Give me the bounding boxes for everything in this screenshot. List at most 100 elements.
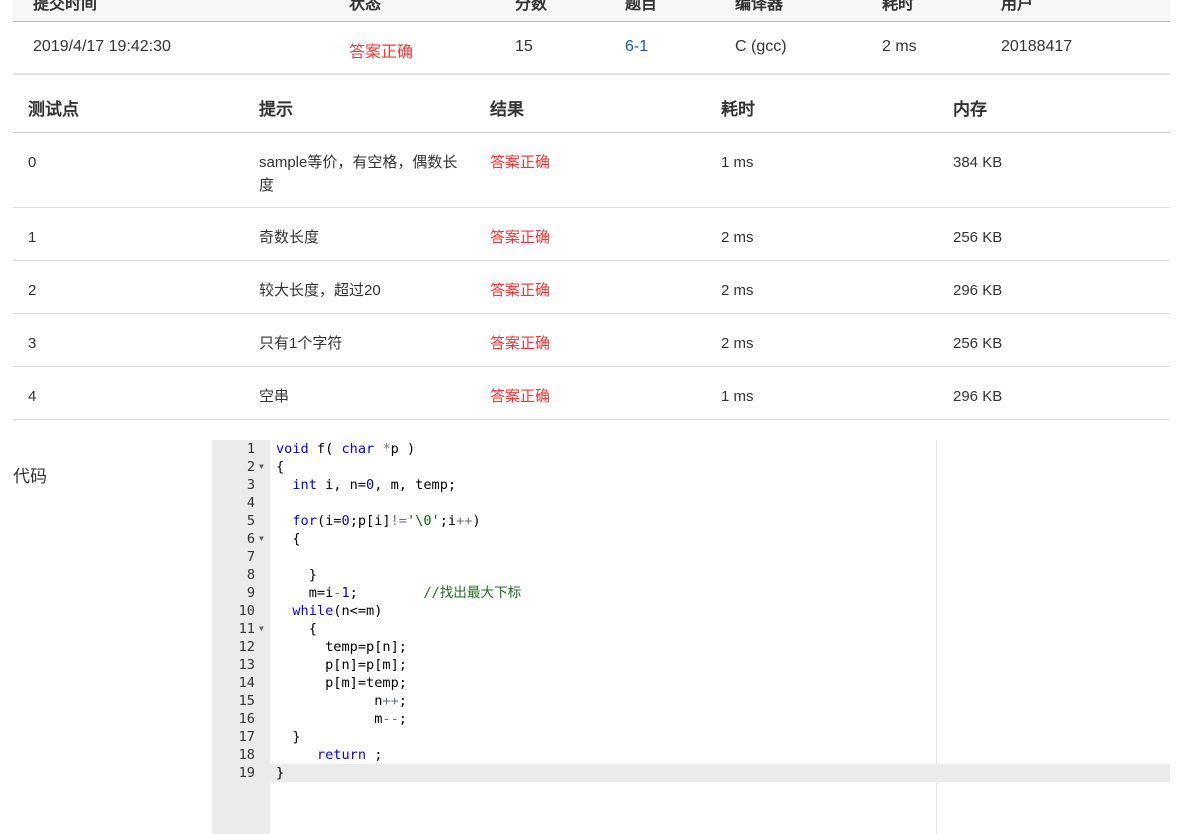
test-memory: 256 KB [953, 335, 1003, 352]
test-memory: 296 KB [953, 388, 1003, 405]
code-line[interactable]: 3 int i, n=0, m, temp; [212, 476, 1170, 494]
code-line[interactable]: 8 } [212, 566, 1170, 584]
status-badge: 答案正确 [349, 44, 414, 61]
line-number: 2 [246, 459, 255, 475]
header-result: 结果 [490, 100, 524, 119]
test-hint: 只有1个字符 [259, 335, 343, 352]
code-text: p[n]=p[m]; [276, 657, 407, 673]
line-number: 9 [246, 585, 255, 601]
code-line[interactable]: 2 ▼ { [212, 458, 1170, 476]
test-result: 答案正确 [490, 154, 551, 171]
test-memory: 296 KB [953, 282, 1003, 299]
code-line[interactable]: 13 p[n]=p[m]; [212, 656, 1170, 674]
test-result: 答案正确 [490, 229, 551, 246]
code-line[interactable]: 14 p[m]=temp; [212, 674, 1170, 692]
compiler: C (gcc) [735, 38, 787, 55]
submission-header: 提交时间 状态 分数 题目 编译器 耗时 用户 [13, 0, 1170, 22]
line-number: 14 [238, 675, 255, 691]
code-line[interactable]: 1 void f( char *p ) [212, 440, 1170, 458]
test-id: 1 [28, 229, 37, 246]
line-number: 19 [238, 765, 255, 781]
test-memory: 256 KB [953, 229, 1003, 246]
code-text: temp=p[n]; [276, 639, 407, 655]
header-status: 状态 [349, 0, 382, 13]
line-number: 8 [246, 567, 255, 583]
header-memory: 内存 [953, 100, 987, 119]
code-text: { [276, 459, 285, 475]
code-text: n++; [276, 693, 407, 709]
code-text: return ; [316, 747, 383, 763]
test-time: 1 ms [721, 154, 754, 171]
test-id: 0 [28, 154, 37, 171]
test-id: 3 [28, 335, 37, 352]
test-time: 2 ms [721, 282, 754, 299]
code-text: p[m]=temp; [276, 675, 407, 691]
code-line[interactable]: 15 n++; [212, 692, 1170, 710]
test-id: 2 [28, 282, 37, 299]
test-hint: 较大长度，超过20 [259, 282, 381, 299]
code-editor[interactable]: 1 void f( char *p ) 2 ▼{3 int i, n=0, m, te… [212, 440, 1170, 834]
line-number: 5 [246, 513, 255, 529]
user: 20188417 [1001, 38, 1073, 55]
elapsed: 2 ms [882, 38, 917, 55]
problem-link[interactable]: 6-1 [625, 38, 648, 56]
line-number: 13 [238, 657, 255, 673]
code-line[interactable]: 12 temp=p[n]; [212, 638, 1170, 656]
submission-row: 2019/4/17 19:42:30 答案正确 15 6-1 C (gcc) 2… [13, 22, 1170, 75]
header-time: 提交时间 [33, 0, 98, 13]
code-label: 代码 [13, 467, 47, 486]
line-number: 10 [238, 603, 255, 619]
line-number: 4 [246, 495, 255, 511]
tests-header: 测试点 提示 结果 耗时 内存 [13, 75, 1170, 133]
test-row: 0 sample等价，有空格，偶数长度 答案正确 1 ms 384 KB [13, 133, 1170, 208]
test-memory: 384 KB [953, 154, 1003, 171]
test-id: 4 [28, 388, 37, 405]
line-number: 7 [246, 549, 255, 565]
code-line[interactable]: 17 } [212, 728, 1170, 746]
test-result: 答案正确 [490, 335, 551, 352]
header-testcase: 测试点 [28, 100, 79, 119]
test-time: 1 ms [721, 388, 754, 405]
score: 15 [515, 38, 533, 55]
line-number: 6 [246, 531, 255, 547]
line-number: 1 [246, 441, 255, 457]
code-line[interactable]: 10 while(n<=m) [212, 602, 1170, 620]
fold-arrow-icon[interactable]: ▼ [259, 620, 264, 638]
code-line[interactable]: 9 m=i-1; //找出最大下标 [212, 584, 1170, 602]
code-line[interactable]: 6 ▼ { [212, 530, 1170, 548]
code-text: { [276, 621, 317, 637]
test-row: 2 较大长度，超过20 答案正确 2 ms 296 KB [13, 261, 1170, 314]
header-score: 分数 [515, 0, 548, 13]
line-number: 16 [238, 711, 255, 727]
code-line[interactable]: 4 [212, 494, 1170, 512]
header-problem: 题目 [625, 0, 658, 13]
code-text: { [276, 531, 301, 547]
test-row: 1 奇数长度 答案正确 2 ms 256 KB [13, 208, 1170, 261]
code-text: m--; [276, 711, 407, 727]
fold-arrow-icon[interactable]: ▼ [259, 530, 264, 548]
header-elapsed: 耗时 [882, 0, 915, 13]
line-number: 18 [238, 747, 255, 763]
code-line[interactable]: 18 return ; [212, 746, 1170, 764]
code-text: int i, n=0, m, temp; [292, 477, 457, 493]
code-text: } [276, 567, 317, 583]
fold-arrow-icon[interactable]: ▼ [259, 458, 264, 476]
test-time: 2 ms [721, 335, 754, 352]
code-line[interactable]: 19} [212, 764, 1170, 782]
test-hint: sample等价，有空格，偶数长度 [259, 154, 458, 194]
code-text: while(n<=m) [292, 603, 383, 619]
line-number: 11 [238, 621, 255, 637]
test-time: 2 ms [721, 229, 754, 246]
code-text: for(i=0;p[i]!='\0';i++) [292, 513, 481, 529]
line-number: 15 [238, 693, 255, 709]
code-line[interactable]: 16 m--; [212, 710, 1170, 728]
code-text: m=i-1; //找出最大下标 [276, 585, 522, 601]
code-line[interactable]: 7 [212, 548, 1170, 566]
test-hint: 奇数长度 [259, 229, 320, 246]
code-text: } [276, 729, 301, 745]
code-line[interactable]: 5 for(i=0;p[i]!='\0';i++) [212, 512, 1170, 530]
line-number: 3 [246, 477, 255, 493]
header-compiler: 编译器 [735, 0, 784, 13]
test-row: 4 空串 答案正确 1 ms 296 KB [13, 367, 1170, 420]
code-line[interactable]: 11 ▼ { [212, 620, 1170, 638]
